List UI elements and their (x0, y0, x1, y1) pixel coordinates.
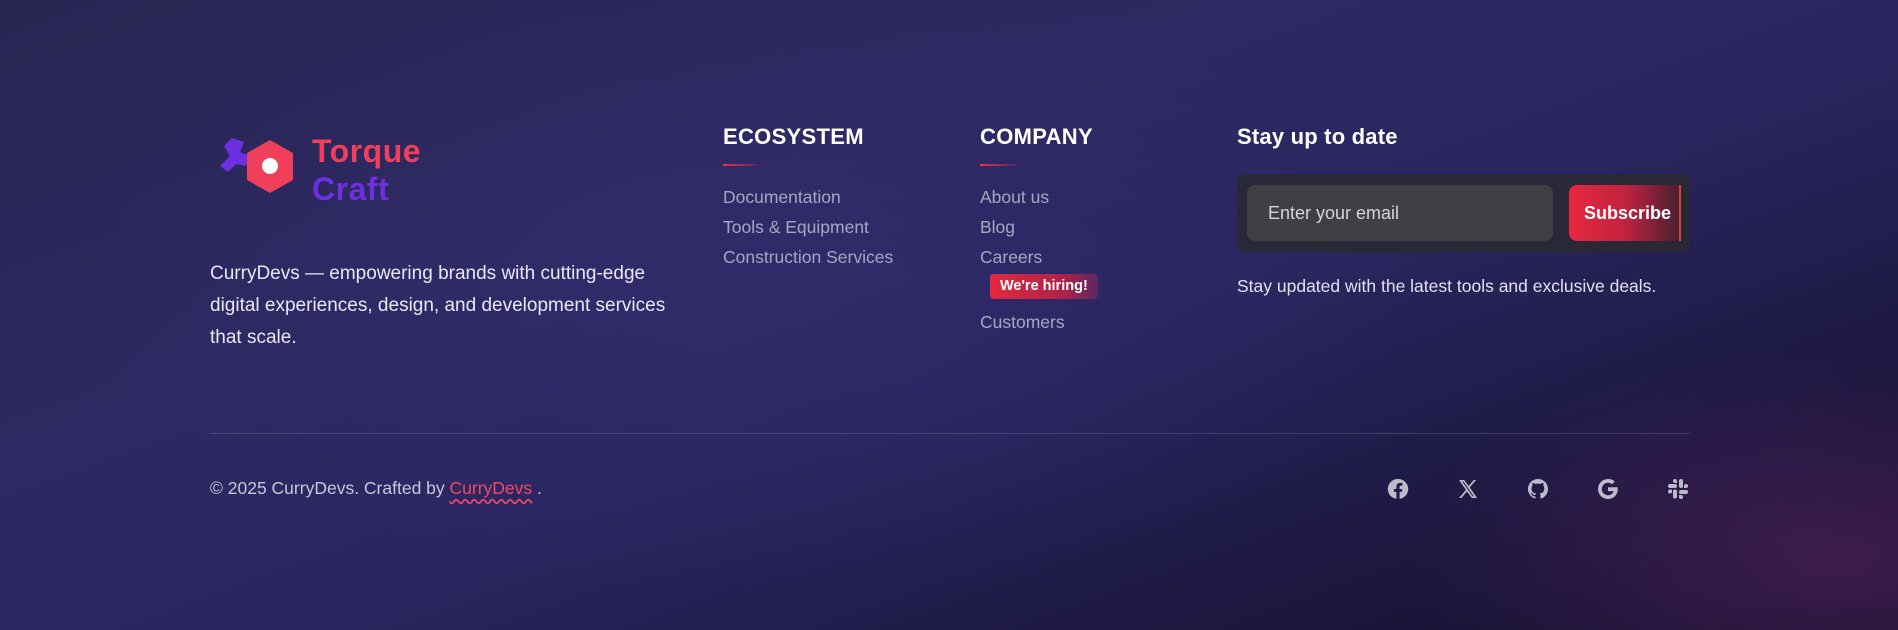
site-footer: Torque Craft CurryDevs — empowering bran… (0, 0, 1898, 630)
ecosystem-column: ECOSYSTEM Documentation Tools & Equipmen… (723, 122, 943, 272)
github-icon[interactable] (1526, 477, 1550, 501)
link-construction-services[interactable]: Construction Services (723, 242, 943, 272)
x-icon[interactable] (1456, 477, 1480, 501)
brand-description: CurryDevs — empowering brands with cutti… (210, 263, 666, 348)
brand-section: Torque Craft CurryDevs — empowering bran… (210, 120, 680, 354)
heading-underline (980, 164, 1016, 166)
company-column: COMPANY About us Blog Careers We're hiri… (980, 122, 1200, 337)
subscribe-button[interactable]: Subscribe (1569, 185, 1679, 241)
button-edge (1679, 185, 1681, 241)
torque-craft-logo-icon (210, 120, 310, 220)
newsletter-section: Stay up to date Subscribe Stay updated w… (1237, 122, 1690, 297)
logo-wordmark: Torque Craft (312, 132, 421, 208)
newsletter-note: Stay updated with the latest tools and e… (1237, 276, 1657, 296)
link-tools-equipment[interactable]: Tools & Equipment (723, 212, 943, 242)
newsletter-form: Subscribe (1237, 174, 1690, 252)
logo-word-torque: Torque (312, 133, 422, 169)
copyright-suffix: . (532, 478, 542, 498)
heading-underline (723, 164, 759, 166)
hiring-badge: We're hiring! (990, 274, 1098, 299)
footer-divider (210, 433, 1690, 434)
company-links: About us Blog Careers We're hiring! Cust… (980, 182, 1200, 337)
link-about-us[interactable]: About us (980, 182, 1200, 212)
link-customers[interactable]: Customers (980, 307, 1200, 337)
link-documentation[interactable]: Documentation (723, 182, 943, 212)
email-input[interactable] (1247, 185, 1553, 241)
newsletter-heading: Stay up to date (1237, 124, 1398, 149)
slack-icon[interactable] (1666, 477, 1690, 501)
link-careers[interactable]: Careers (980, 242, 1200, 272)
logo-word-craft: Craft (312, 171, 390, 207)
facebook-icon[interactable] (1386, 477, 1410, 501)
ecosystem-heading: ECOSYSTEM (723, 124, 864, 149)
logo[interactable]: Torque Craft (210, 120, 680, 220)
credit-link[interactable]: CurryDevs (450, 478, 533, 498)
social-links (1386, 477, 1690, 501)
google-icon[interactable] (1596, 477, 1620, 501)
ecosystem-links: Documentation Tools & Equipment Construc… (723, 182, 943, 272)
copyright: © 2025 CurryDevs. Crafted by CurryDevs . (210, 478, 542, 499)
company-heading: COMPANY (980, 124, 1093, 149)
copyright-text: © 2025 CurryDevs. Crafted by (210, 478, 450, 498)
link-blog[interactable]: Blog (980, 212, 1200, 242)
